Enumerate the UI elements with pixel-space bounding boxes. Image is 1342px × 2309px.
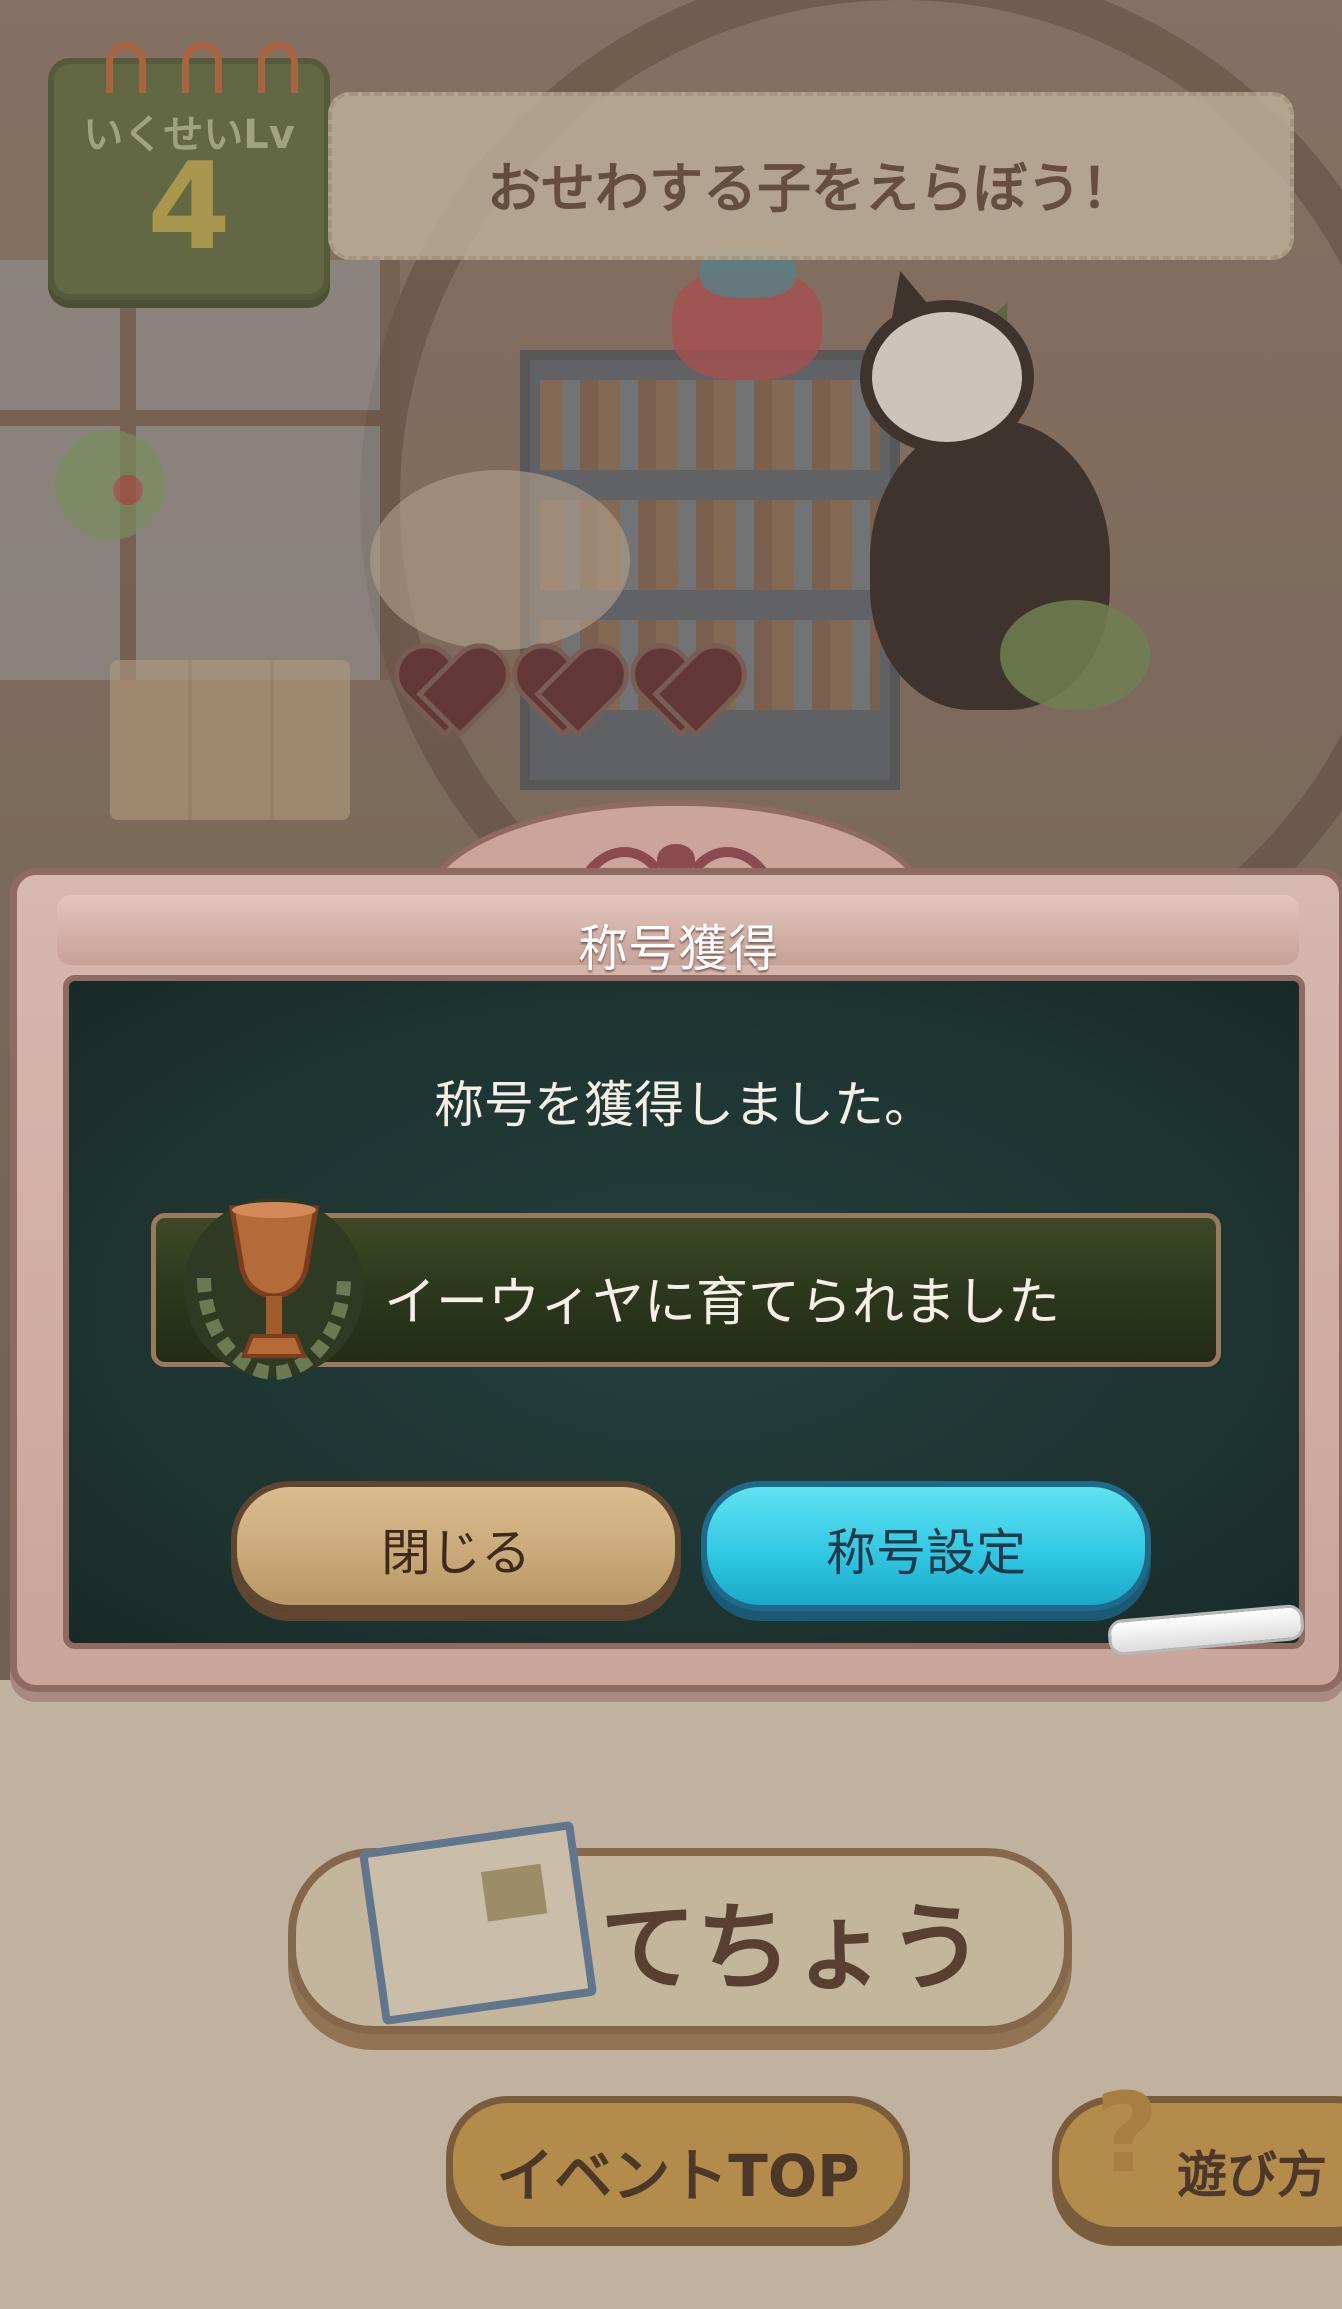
dialog-header: 称号獲得 <box>57 895 1299 978</box>
dialog-title: 称号獲得 <box>578 920 778 978</box>
title-settings-label: 称号設定 <box>826 1524 1026 1582</box>
bronze-trophy-icon <box>184 1198 364 1381</box>
dialog-board: 称号を獲得しました。 イーウィヤに育てられました 閉じる 称号設定 <box>63 975 1305 1649</box>
title-settings-button[interactable]: 称号設定 <box>701 1481 1151 1611</box>
close-button[interactable]: 閉じる <box>231 1481 681 1611</box>
dialog-message: 称号を獲得しました。 <box>434 1076 934 1134</box>
acquired-title-plate: イーウィヤに育てられました <box>151 1198 1221 1381</box>
acquired-title-text: イーウィヤに育てられました <box>384 1273 1061 1333</box>
title-acquired-dialog: 称号獲得 称号を獲得しました。 イーウィヤに育てられました 閉じる 称号設定 <box>10 868 1342 1692</box>
close-button-label: 閉じる <box>381 1524 531 1582</box>
